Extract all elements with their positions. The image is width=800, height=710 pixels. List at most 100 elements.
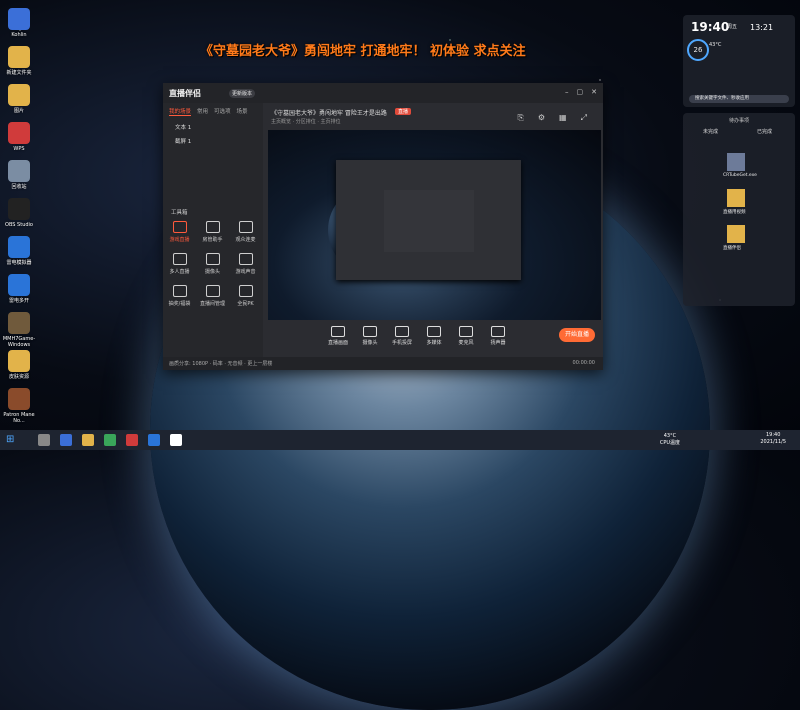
app-icon xyxy=(8,388,30,410)
stream-title-overlay: 《守墓园老大爷》勇闯地牢 打通地牢！ 初体验 求点关注 xyxy=(200,44,526,59)
close-icon[interactable]: ✕ xyxy=(591,88,597,96)
version-badge[interactable]: 更新版本 xyxy=(229,89,256,98)
todo-file-icon xyxy=(727,153,745,171)
todo-item[interactable]: 直播伴侣 xyxy=(723,245,741,251)
desktop-icon[interactable]: 回收站 xyxy=(2,160,36,190)
tool-game-live[interactable]: 游戏直播 xyxy=(163,221,196,243)
tab-scenes[interactable]: 场景 xyxy=(237,107,248,116)
app-icon xyxy=(8,84,30,106)
desktop-icon-label: 新建文件夹 xyxy=(6,70,32,76)
tool-game-sound[interactable]: 游戏声音 xyxy=(229,253,262,275)
tool-camera[interactable]: 摄像头 xyxy=(196,253,229,275)
status-bar: 画质分享: 1080P · 码率 · 无音频 · 更上一层楼 00:00:00 xyxy=(163,357,603,370)
app-icon xyxy=(8,8,30,30)
media-icon xyxy=(427,326,441,337)
desktop-icon-label: 雷电多开 xyxy=(8,298,29,304)
todo-item[interactable]: CRTubeGet.exe xyxy=(723,173,757,178)
tool-room-assistant[interactable]: 房管助手 xyxy=(196,221,229,243)
todo-done[interactable]: 已完成 xyxy=(757,128,772,135)
multi-user-icon xyxy=(172,253,187,265)
scene-sidebar: 我的场景 常用 可选项 场景 文本 1 截屏 1 工具箱 游戏直播 房管助手 观… xyxy=(163,103,263,370)
desktop-icon[interactable]: 图片 xyxy=(2,84,36,114)
tab-common[interactable]: 常用 xyxy=(197,107,208,116)
live-companion-window[interactable]: 直播伴侣 更新版本 – ▢ ✕ ⎘ ⚙ ▦ ⤢ 我的场景 常用 可选项 场景 文… xyxy=(163,83,603,370)
tool-pk[interactable]: 全民PK xyxy=(229,285,262,307)
desktop-icon[interactable]: OBS Studio xyxy=(2,198,36,228)
fullscreen-icon[interactable]: ⤢ xyxy=(581,113,587,123)
minimize-icon[interactable]: – xyxy=(565,88,569,96)
edge-icon[interactable] xyxy=(148,434,160,446)
task-view-icon[interactable] xyxy=(60,434,72,446)
camera-icon xyxy=(205,253,220,265)
btn-live-screen[interactable]: 直播画面 xyxy=(326,326,350,346)
desktop-icon-label: 图片 xyxy=(13,108,24,114)
game-icon xyxy=(172,221,187,233)
tool-lottery[interactable]: 抽奖/福袋 xyxy=(163,285,196,307)
folder-icon xyxy=(727,225,745,243)
todo-widget: 待办事项 未完成 已完成 CRTubeGet.exe 直播用视频 直播伴侣 xyxy=(683,113,795,306)
desktop-icon[interactable]: 新建文件夹 xyxy=(2,46,36,76)
desktop-icon-label: 回收站 xyxy=(11,184,27,190)
scene-item-text[interactable]: 文本 1 xyxy=(163,120,263,134)
taskbar: ⊞ 43°C CPU温度 19:40 2021/11/5 xyxy=(0,430,800,450)
toolbox-title: 工具箱 xyxy=(171,210,188,216)
stream-preview[interactable] xyxy=(268,130,601,320)
share-icon[interactable]: ⎘ xyxy=(517,113,523,123)
btn-speaker[interactable]: 扬声器 xyxy=(486,326,510,346)
cpu-temp: 43°C xyxy=(709,42,722,48)
maximize-icon[interactable]: ▢ xyxy=(577,88,584,96)
windows-start-icon[interactable]: ⊞ xyxy=(6,434,14,445)
desktop-icon[interactable]: Kohlin xyxy=(2,8,36,38)
settings-icon[interactable]: ⚙ xyxy=(538,113,545,123)
explorer-icon[interactable] xyxy=(82,434,94,446)
btn-phone-cast[interactable]: 手机投屏 xyxy=(390,326,414,346)
desktop-icon[interactable]: 皮肤资源 xyxy=(2,350,36,380)
desktop-icon-label: OBS Studio xyxy=(5,222,33,228)
room-title[interactable]: 《守墓园老大爷》勇闯地牢 冒险王才是出路 xyxy=(271,108,387,117)
phone-icon xyxy=(395,326,409,337)
desktop-icon-label: Patron Mane No... xyxy=(3,412,35,424)
nested-preview-window-2 xyxy=(384,190,474,252)
todo-item[interactable]: 直播用视频 xyxy=(723,209,746,215)
taskbar-clock[interactable]: 19:40 2021/11/5 xyxy=(760,432,786,446)
speaker-icon xyxy=(491,326,505,337)
tab-my-scenes[interactable]: 我的场景 xyxy=(169,107,192,116)
btn-camera[interactable]: 摄像头 xyxy=(358,326,382,346)
clock-widget: 19:40 周五 13:21 26 43°C 搜索关键字文件、秒收应用 xyxy=(683,15,795,107)
pk-icon xyxy=(238,285,253,297)
live-app-icon[interactable] xyxy=(170,434,182,446)
chrome-icon[interactable] xyxy=(104,434,116,446)
btn-media[interactable]: 多媒体 xyxy=(422,326,446,346)
desktop-icon[interactable]: 雷电多开 xyxy=(2,274,36,304)
desktop-icon[interactable]: Patron Mane No... xyxy=(2,388,36,424)
tool-room-manage[interactable]: 直播间管理 xyxy=(196,285,229,307)
todo-pending[interactable]: 未完成 xyxy=(703,128,718,135)
tool-audience-mic[interactable]: 观众连麦 xyxy=(229,221,262,243)
mic-link-icon xyxy=(238,221,253,233)
folder-icon xyxy=(727,189,745,207)
nested-preview-window xyxy=(336,160,521,280)
manage-icon xyxy=(205,285,220,297)
layout-icon[interactable]: ▦ xyxy=(559,113,567,123)
temp-gauge: 26 xyxy=(687,39,709,61)
desktop-icon[interactable]: WPS xyxy=(2,122,36,152)
app-title-bar[interactable]: 直播伴侣 更新版本 – ▢ ✕ xyxy=(163,83,603,103)
assistant-icon xyxy=(205,221,220,233)
desktop-icon[interactable]: MMH7Game-Windows xyxy=(2,312,36,348)
tool-multi-live[interactable]: 多人直播 xyxy=(163,253,196,275)
btn-mic[interactable]: 麦克风 xyxy=(454,326,478,346)
tab-options[interactable]: 可选项 xyxy=(214,107,231,116)
desktop-icon[interactable]: 雷电模拟器 xyxy=(2,236,36,266)
desktop-icon-label: Kohlin xyxy=(11,32,27,38)
search-icon[interactable] xyxy=(38,434,50,446)
scene-item-capture[interactable]: 截屏 1 xyxy=(163,134,263,148)
app-icon[interactable] xyxy=(126,434,138,446)
room-subinfo: 主页概览 · 分区排位 · 主页排位 xyxy=(271,119,341,125)
todo-title: 待办事项 xyxy=(728,118,749,124)
second-clock: 13:21 xyxy=(750,23,774,32)
start-live-button[interactable]: 开始直播 xyxy=(559,328,595,342)
app-icon xyxy=(8,274,30,296)
widget-search-input[interactable]: 搜索关键字文件、秒收应用 xyxy=(689,95,789,103)
status-text: 画质分享: 1080P · 码率 · 无音频 · 更上一层楼 xyxy=(169,361,273,367)
toolbar-icons: ⎘ ⚙ ▦ ⤢ xyxy=(517,113,587,123)
